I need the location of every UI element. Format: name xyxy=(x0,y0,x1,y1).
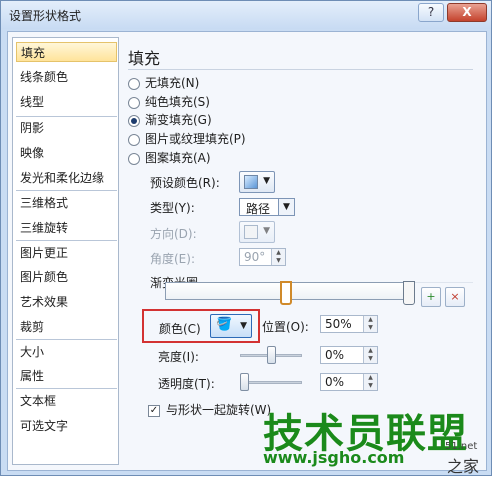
direction-button[interactable]: ▼ xyxy=(239,221,275,243)
spin-down-icon[interactable]: ▼ xyxy=(271,257,285,265)
nav-item-picture-corrections[interactable]: 图片更正 xyxy=(16,243,117,263)
type-dropdown[interactable]: 路径 ▼ xyxy=(239,198,295,216)
nav-item-fill[interactable]: 填充 xyxy=(16,42,117,62)
spin-up-icon[interactable]: ▲ xyxy=(363,316,377,324)
category-list: 填充 线条颜色 线型 阴影 映像 发光和柔化边缘 三维格式 三维旋转 图片更正 … xyxy=(12,37,119,465)
gradient-swatch-icon xyxy=(244,175,258,189)
dialog-title: 设置形状格式 xyxy=(9,9,82,23)
radio-gradient-fill[interactable]: 渐变填充(G) xyxy=(128,111,328,129)
radio-picture-fill[interactable]: 图片或纹理填充(P) xyxy=(128,130,328,148)
radio-no-fill[interactable]: 无填充(N) xyxy=(128,74,328,92)
remove-stop-icon[interactable]: × xyxy=(445,287,465,307)
nav-item-3d-format[interactable]: 三维格式 xyxy=(16,193,117,213)
direction-icon xyxy=(244,225,258,239)
gradient-stop-selected[interactable] xyxy=(280,281,292,305)
rotate-with-shape-checkbox[interactable]: ✓ 与形状一起旋转(W) xyxy=(148,401,271,418)
chevron-down-icon: ▼ xyxy=(263,226,270,236)
nav-item-text-box[interactable]: 文本框 xyxy=(16,391,117,411)
nav-item-crop[interactable]: 裁剪 xyxy=(16,317,117,337)
preset-colors-label: 预设颜色(R): xyxy=(150,176,220,190)
title-bar: 设置形状格式 ? X xyxy=(1,1,491,29)
spin-down-icon[interactable]: ▼ xyxy=(363,355,377,363)
gradient-stop-end[interactable] xyxy=(403,281,415,305)
nav-separator xyxy=(16,116,117,117)
nav-item-picture-color[interactable]: 图片颜色 xyxy=(16,267,117,287)
brightness-value: 0% xyxy=(325,348,345,362)
direction-label: 方向(D): xyxy=(150,227,197,241)
panel-heading: 填充 xyxy=(128,49,161,68)
brightness-slider[interactable] xyxy=(240,346,302,364)
radio-pattern-fill[interactable]: 图案填充(A) xyxy=(128,149,328,167)
nav-separator xyxy=(16,190,117,191)
angle-spinner[interactable]: 90° ▲ ▼ xyxy=(239,248,286,266)
highlight-box xyxy=(142,309,260,343)
help-button[interactable]: ? xyxy=(418,3,444,22)
nav-item-size[interactable]: 大小 xyxy=(16,342,117,362)
nav-item-line-style[interactable]: 线型 xyxy=(16,92,117,112)
brightness-label: 亮度(I): xyxy=(158,350,199,364)
position-label: 位置(O): xyxy=(262,320,309,334)
spin-down-icon[interactable]: ▼ xyxy=(363,324,377,332)
format-shape-dialog: 设置形状格式 ? X 填充 线条颜色 线型 阴影 映像 发光和柔化边缘 三维格式… xyxy=(0,0,492,476)
nav-separator xyxy=(16,388,117,389)
watermark-small: 51.net xyxy=(445,441,478,452)
position-spinner[interactable]: 50% ▲ ▼ xyxy=(320,315,378,333)
transparency-label: 透明度(T): xyxy=(158,377,215,391)
radio-solid-fill[interactable]: 纯色填充(S) xyxy=(128,93,328,111)
nav-item-alt-text[interactable]: 可选文字 xyxy=(16,416,117,436)
angle-label: 角度(E): xyxy=(150,252,195,266)
nav-item-reflection[interactable]: 映像 xyxy=(16,143,117,163)
nav-item-glow[interactable]: 发光和柔化边缘 xyxy=(16,168,117,188)
nav-item-properties[interactable]: 属性 xyxy=(16,366,117,386)
nav-separator xyxy=(16,240,117,241)
chevron-down-icon: ▼ xyxy=(263,176,270,186)
add-stop-icon[interactable]: + xyxy=(421,287,441,307)
type-label: 类型(Y): xyxy=(150,201,195,215)
rotate-with-shape-label: 与形状一起旋转(W) xyxy=(166,403,272,417)
transparency-slider[interactable] xyxy=(240,373,302,391)
spin-up-icon[interactable]: ▲ xyxy=(271,249,285,257)
position-value: 50% xyxy=(325,317,352,331)
nav-item-artistic-effects[interactable]: 艺术效果 xyxy=(16,292,117,312)
transparency-value: 0% xyxy=(325,375,345,389)
spin-down-icon[interactable]: ▼ xyxy=(363,382,377,390)
watermark-url: www.jsgho.com xyxy=(263,448,405,467)
spin-up-icon[interactable]: ▲ xyxy=(363,374,377,382)
chevron-down-icon: ▼ xyxy=(278,199,294,215)
spin-up-icon[interactable]: ▲ xyxy=(363,347,377,355)
brightness-spinner[interactable]: 0% ▲ ▼ xyxy=(320,346,378,364)
nav-item-line-color[interactable]: 线条颜色 xyxy=(16,67,117,87)
type-value: 路径 xyxy=(246,202,271,216)
slider-thumb[interactable] xyxy=(267,346,276,364)
nav-item-3d-rotation[interactable]: 三维旋转 xyxy=(16,218,117,238)
checkmark-icon: ✓ xyxy=(148,404,160,417)
nav-separator xyxy=(16,339,117,340)
slider-thumb[interactable] xyxy=(240,373,249,391)
transparency-spinner[interactable]: 0% ▲ ▼ xyxy=(320,373,378,391)
watermark-small2: 之家 xyxy=(447,457,480,476)
nav-item-shadow[interactable]: 阴影 xyxy=(16,118,117,138)
close-button[interactable]: X xyxy=(447,3,487,22)
heading-divider xyxy=(128,69,473,70)
preset-colors-button[interactable]: ▼ xyxy=(239,171,275,193)
slider-track xyxy=(240,381,302,384)
angle-value: 90° xyxy=(244,250,266,264)
